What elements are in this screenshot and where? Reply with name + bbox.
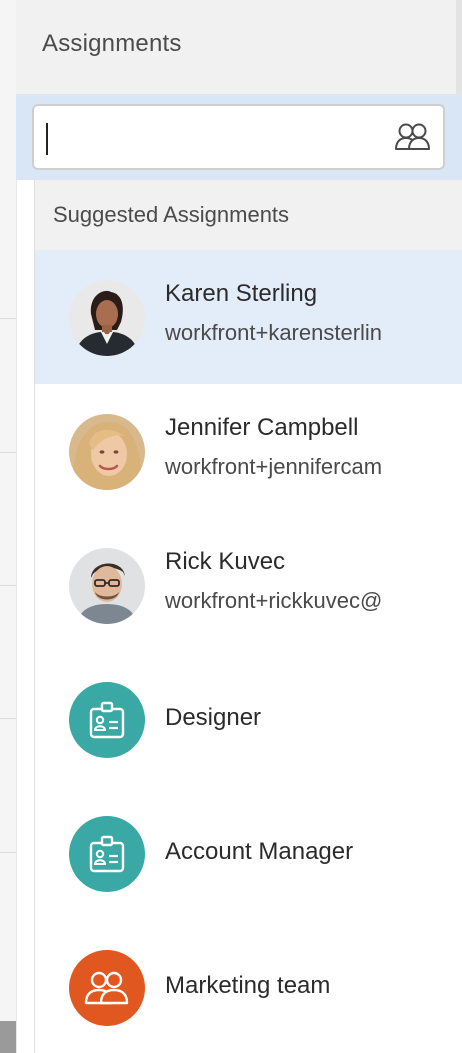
suggestion-item-account-manager[interactable]: Account Manager [35,786,462,920]
suggestion-item-jennifer-campbell[interactable]: Jennifer Campbell workfront+jennifercam [35,384,462,518]
panel-header: Assignments [16,0,462,95]
row-divider [0,852,16,853]
user-avatar [69,548,145,624]
suggestions-section-header: Suggested Assignments [35,180,462,250]
assignee-name: Karen Sterling [165,280,318,307]
job-role-badge-icon [69,816,145,892]
section-title: Suggested Assignments [53,202,290,227]
header-edge [456,0,462,94]
row-divider [0,718,16,719]
team-people-icon [69,950,145,1026]
row-divider [0,318,16,319]
user-avatar [69,280,145,356]
role-name: Designer [165,704,262,731]
role-name: Account Manager [165,838,354,865]
row-divider [0,585,16,586]
suggestion-item-rick-kuvec[interactable]: Rick Kuvec workfront+rickkuvec@ [35,518,462,652]
suggestion-item-marketing-team[interactable]: Marketing team [35,920,462,1053]
assignee-name: Rick Kuvec [165,548,286,575]
assignee-email: workfront+karensterlin [165,320,383,345]
scrollbar-thumb[interactable] [0,1021,16,1053]
suggestion-item-karen-sterling[interactable]: Karen Sterling workfront+karensterlin [35,250,462,384]
assignee-email: workfront+jennifercam [165,454,383,479]
assignment-search-input[interactable] [46,116,376,160]
job-role-badge-icon [69,682,145,758]
assignee-email: workfront+rickkuvec@ [165,588,383,613]
people-icon[interactable] [395,122,431,152]
suggestions-dropdown: Suggested Assignments Karen Sterling wor… [34,180,462,1053]
background-column-edge [0,0,17,1053]
text-caret [46,123,48,155]
assignee-name: Jennifer Campbell [165,414,359,441]
panel-title: Assignments [42,30,182,57]
team-name: Marketing team [165,972,331,999]
search-area [16,94,462,180]
suggestion-item-designer[interactable]: Designer [35,652,462,786]
row-divider [0,452,16,453]
user-avatar [69,414,145,490]
assignment-search-box[interactable] [32,104,445,170]
assignments-panel: Assignments Suggested Assignments Karen … [0,0,462,1053]
